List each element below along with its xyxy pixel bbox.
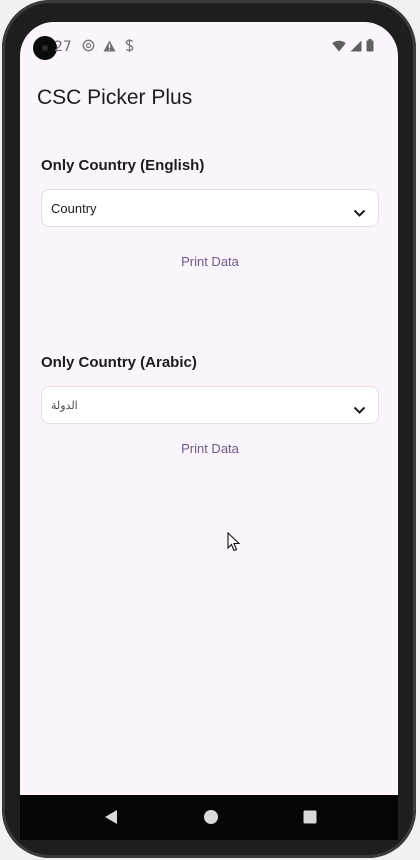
navigation-bar	[20, 795, 398, 840]
arabic-country-label: Only Country (Arabic)	[41, 354, 197, 371]
device-screen: 27 CSC Picker Plus Only Country (English…	[20, 22, 398, 830]
chevron-down-icon	[353, 400, 366, 419]
arabic-country-dropdown[interactable]: الدولة	[41, 386, 379, 424]
print-data-button-english[interactable]: Print Data	[160, 250, 260, 274]
recents-icon[interactable]	[302, 809, 318, 829]
battery-icon	[366, 39, 374, 52]
print-data-button-arabic[interactable]: Print Data	[160, 437, 260, 461]
status-left-icons	[82, 39, 135, 52]
wifi-icon	[332, 40, 346, 52]
chevron-down-icon	[353, 203, 366, 222]
status-time: 27	[54, 39, 72, 55]
status-right-icons	[332, 39, 374, 52]
mouse-pointer-icon	[227, 531, 241, 556]
phone-frame: 27 CSC Picker Plus Only Country (English…	[2, 0, 416, 858]
app-title: CSC Picker Plus	[37, 86, 193, 109]
english-country-value: Country	[51, 201, 97, 216]
settings-icon	[82, 39, 95, 52]
english-country-dropdown[interactable]: Country	[41, 189, 379, 227]
cell-signal-icon	[350, 40, 362, 52]
warning-icon	[103, 40, 116, 52]
home-icon[interactable]	[203, 809, 219, 829]
back-icon[interactable]	[103, 809, 119, 829]
arabic-country-value: الدولة	[51, 400, 78, 412]
english-country-label: Only Country (English)	[41, 157, 205, 174]
data-saver-icon	[124, 39, 135, 52]
